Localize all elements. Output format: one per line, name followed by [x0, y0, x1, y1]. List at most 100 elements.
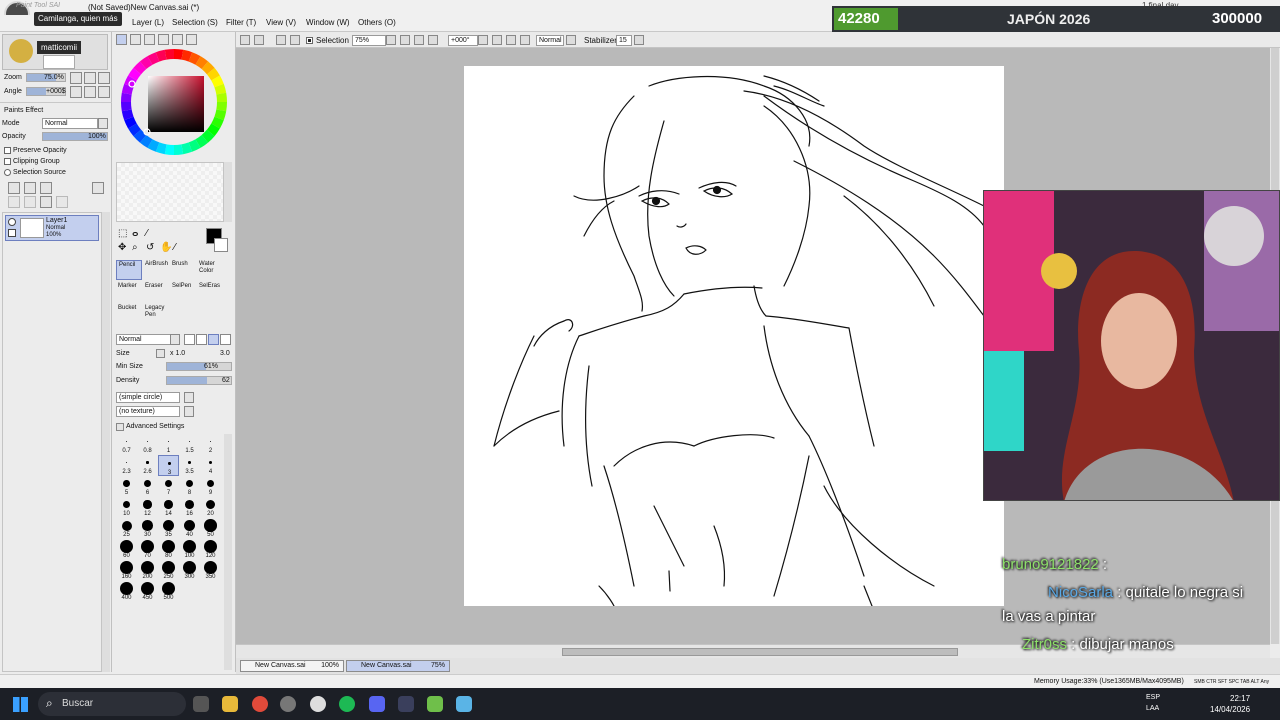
eye-icon[interactable]: [8, 218, 16, 226]
brush-size-cell[interactable]: 200: [137, 560, 158, 581]
shape-medium-icon[interactable]: [208, 334, 219, 345]
color-wheel[interactable]: [120, 48, 228, 156]
app-icon[interactable]: [398, 696, 414, 712]
brush-size-cell[interactable]: 450: [137, 581, 158, 602]
scratch-tab-icon[interactable]: [186, 34, 197, 45]
brush-size-cell[interactable]: 7: [158, 476, 179, 497]
brush-size-cell[interactable]: 160: [116, 560, 137, 581]
zoom-select[interactable]: 75%: [352, 35, 386, 46]
min-size-slider[interactable]: [166, 362, 232, 371]
merge-down-icon[interactable]: [24, 196, 36, 208]
tool-pencil[interactable]: Pencil: [116, 260, 142, 280]
brush-size-cell[interactable]: 35: [158, 518, 179, 539]
swatches-tab-icon[interactable]: [158, 34, 169, 45]
layer-mode-dropdown-icon[interactable]: [98, 118, 108, 129]
zoom-out-icon[interactable]: [386, 35, 396, 45]
color-wheel-tab-icon[interactable]: [116, 34, 127, 45]
size-grid-scrollbar[interactable]: [224, 434, 232, 670]
zoom-in-icon[interactable]: [400, 35, 410, 45]
brush-size-cell[interactable]: 70: [137, 539, 158, 560]
tool-watercolor[interactable]: Water Color: [197, 260, 223, 280]
advanced-settings-label[interactable]: Advanced Settings: [126, 423, 184, 430]
brush-size-cell[interactable]: 30: [137, 518, 158, 539]
clear-icon[interactable]: [290, 35, 300, 45]
layer-mode-select[interactable]: Normal: [42, 118, 98, 129]
brush-size-cell[interactable]: 16: [179, 497, 200, 518]
menu-window[interactable]: Window (W): [306, 18, 350, 27]
layer-mask-icon[interactable]: [56, 196, 68, 208]
nav-rotate-right-icon[interactable]: [84, 86, 96, 98]
brush-size-cell[interactable]: 2.3: [116, 455, 137, 476]
copilot-icon[interactable]: [193, 696, 209, 712]
tool-selpen[interactable]: SelPen: [170, 282, 196, 302]
brush-size-cell[interactable]: 1: [158, 434, 179, 455]
selection-source-radio[interactable]: [4, 169, 11, 176]
navigator-preview[interactable]: matticomii: [2, 34, 108, 70]
magic-wand-icon[interactable]: ⁄: [146, 228, 148, 239]
clear-layer-icon[interactable]: [40, 196, 52, 208]
zoom-fit-icon[interactable]: [428, 35, 438, 45]
zoom-tool-icon[interactable]: ⌕: [132, 242, 138, 253]
rect-select-icon[interactable]: ⬚: [118, 228, 127, 239]
eyedropper-icon[interactable]: ⁄: [174, 242, 176, 253]
brush-size-cell[interactable]: 500: [158, 581, 179, 602]
clock-time[interactable]: 22:17: [1230, 694, 1250, 703]
shape-square-icon[interactable]: [220, 334, 231, 345]
brush-size-cell[interactable]: 3.5: [179, 455, 200, 476]
move-icon[interactable]: ✥: [118, 242, 126, 253]
invert-icon[interactable]: [276, 35, 286, 45]
horizontal-scroll-thumb[interactable]: [562, 648, 958, 656]
brush-size-cell[interactable]: 0.7: [116, 434, 137, 455]
brush-size-cell[interactable]: 12: [137, 497, 158, 518]
windows-start-icon[interactable]: [13, 697, 28, 712]
rotate-reset-icon[interactable]: [506, 35, 516, 45]
menu-layer[interactable]: Layer (L): [132, 18, 164, 27]
nav-zoom-in-icon[interactable]: [84, 72, 96, 84]
nav-rotate-left-icon[interactable]: [70, 86, 82, 98]
brush-size-cell[interactable]: 400: [116, 581, 137, 602]
brush-size-cell[interactable]: 4: [200, 455, 221, 476]
menu-others[interactable]: Others (O): [358, 18, 396, 27]
brush-mode-select[interactable]: Normal: [116, 334, 172, 345]
size-value[interactable]: 3.0: [220, 350, 230, 357]
lang-indicator-2[interactable]: LAA: [1146, 705, 1159, 712]
lock-icon[interactable]: [8, 229, 16, 237]
menu-view[interactable]: View (V): [266, 18, 296, 27]
angle-select[interactable]: +000°: [448, 35, 478, 46]
new-linework-layer-icon[interactable]: [24, 182, 36, 194]
spotify-icon[interactable]: [339, 696, 355, 712]
brush-mode-dropdown-icon[interactable]: [170, 334, 180, 345]
settings-icon[interactable]: [280, 696, 296, 712]
brush-size-cell[interactable]: 2.6: [137, 455, 158, 476]
brush-size-cell[interactable]: 6: [137, 476, 158, 497]
brush-size-cell[interactable]: 100: [179, 539, 200, 560]
nav-zoom-fit-icon[interactable]: [98, 72, 110, 84]
hand-icon[interactable]: ✋: [160, 242, 172, 253]
size-mult[interactable]: x 1.0: [170, 350, 185, 357]
brush-size-cell[interactable]: 350: [200, 560, 221, 581]
brush-size-cell[interactable]: 14: [158, 497, 179, 518]
select-all-icon[interactable]: [240, 35, 250, 45]
brush-size-cell[interactable]: 8: [179, 476, 200, 497]
brush-texture-select[interactable]: (no texture): [116, 406, 180, 417]
scratchpad-scrollbar[interactable]: [224, 162, 232, 222]
mode-toggle-icon[interactable]: [566, 35, 576, 45]
brush-size-cell[interactable]: 250: [158, 560, 179, 581]
brush-size-cell[interactable]: 300: [179, 560, 200, 581]
brush-shape-select[interactable]: (simple circle): [116, 392, 180, 403]
brush-size-cell[interactable]: 3: [158, 455, 179, 476]
brush-size-cell[interactable]: 1.5: [179, 434, 200, 455]
clock-date[interactable]: 14/04/2026: [1210, 705, 1250, 714]
brush-size-cell[interactable]: 9: [200, 476, 221, 497]
nav-rotate-reset-icon[interactable]: [98, 86, 110, 98]
brush-size-cell[interactable]: 40: [179, 518, 200, 539]
scratchpad[interactable]: [116, 162, 224, 222]
tool-eraser[interactable]: Eraser: [143, 282, 169, 302]
nav-zoom-out-icon[interactable]: [70, 72, 82, 84]
selection-checkbox[interactable]: [306, 37, 313, 44]
brush-size-cell[interactable]: 80: [158, 539, 179, 560]
tool-marker[interactable]: Marker: [116, 282, 142, 302]
brush-size-cell[interactable]: 10: [116, 497, 137, 518]
doc-tab-2[interactable]: New Canvas.sai 75%: [346, 660, 450, 672]
sai-taskbar-icon[interactable]: [427, 696, 443, 712]
